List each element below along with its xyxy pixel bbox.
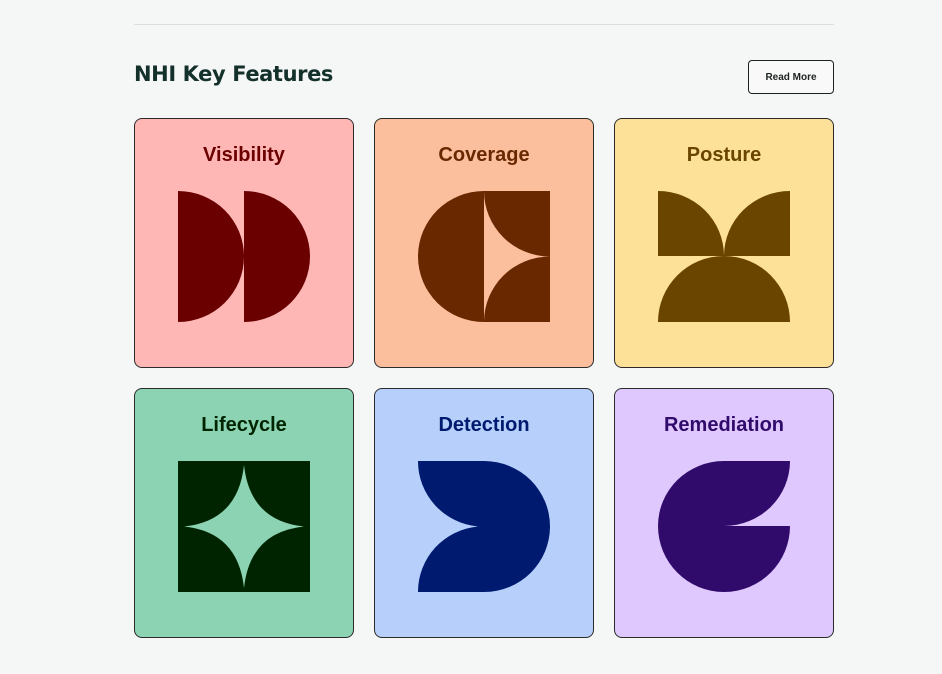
remediation-icon (658, 461, 790, 592)
feature-card-detection[interactable]: Detection (374, 388, 594, 638)
card-title: Detection (438, 414, 530, 436)
coverage-icon (418, 191, 550, 322)
read-more-button[interactable]: Read More (748, 60, 834, 94)
card-title: Visibility (203, 144, 285, 166)
card-title: Lifecycle (201, 414, 287, 436)
top-divider (134, 24, 834, 25)
detection-icon (418, 461, 550, 592)
visibility-icon (178, 191, 310, 322)
card-title: Posture (686, 144, 762, 166)
lifecycle-icon (178, 461, 310, 592)
feature-card-coverage[interactable]: Coverage (374, 118, 594, 368)
feature-card-visibility[interactable]: Visibility (134, 118, 354, 368)
feature-card-remediation[interactable]: Remediation (614, 388, 834, 638)
card-title: Coverage (438, 144, 530, 166)
feature-card-posture[interactable]: Posture (614, 118, 834, 368)
feature-card-lifecycle[interactable]: Lifecycle (134, 388, 354, 638)
section-title: NHI Key Features (134, 62, 334, 86)
posture-icon (658, 191, 790, 322)
card-title: Remediation (663, 414, 785, 436)
